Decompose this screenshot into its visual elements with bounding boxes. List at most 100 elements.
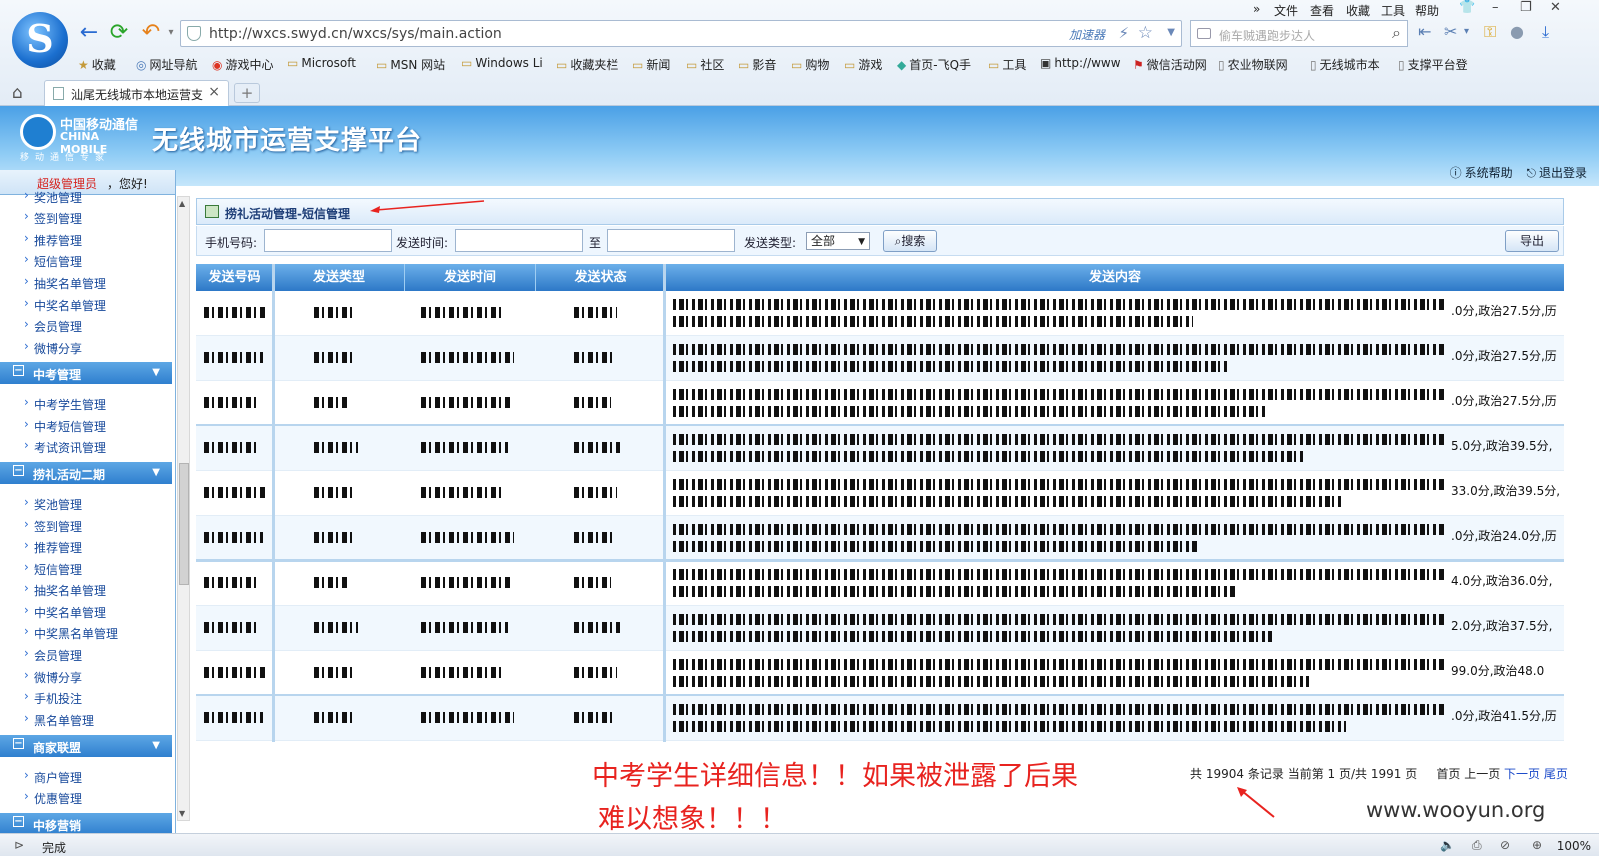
logout-link[interactable]: 退出登录 <box>1539 166 1587 180</box>
restore-icon[interactable]: ❐ <box>1520 0 1532 15</box>
bookmark-item[interactable]: ◆ 首页-飞Q手 <box>897 56 971 73</box>
sidebar-item[interactable]: 中奖名单管理 <box>24 603 106 621</box>
browser-search-box[interactable]: 偷车贼遇跑步达人 ⌕ <box>1190 20 1408 47</box>
table-row[interactable]: .0分,政治27.5分,历 <box>196 336 1564 381</box>
bookmark-item[interactable]: ▯ 无线城市本 <box>1310 56 1380 73</box>
collapse-icon[interactable]: − <box>13 465 24 476</box>
sidebar-item[interactable]: 短信管理 <box>24 252 82 270</box>
sidebar-item[interactable]: 奖池管理 <box>24 495 82 513</box>
sidebar-item[interactable]: 推荐管理 <box>24 538 82 556</box>
scissors-dropdown-icon[interactable]: ▾ <box>1464 26 1469 37</box>
lightning-icon[interactable]: ⚡ <box>1118 24 1129 42</box>
sidebar-item[interactable]: 优惠管理 <box>24 789 82 807</box>
export-button[interactable]: 导出 <box>1505 230 1559 252</box>
bookmark-item[interactable]: ◉ 游戏中心 <box>212 56 274 73</box>
skin-icon[interactable]: 👕 <box>1459 0 1475 15</box>
sidebar-item[interactable]: 中奖名单管理 <box>24 296 106 314</box>
last-page-link[interactable]: 尾页 <box>1544 767 1568 781</box>
main-scrollbar[interactable]: ▲ ▼ <box>177 196 190 821</box>
bookmark-item[interactable]: ▭ 社区 <box>686 56 724 73</box>
download-icon[interactable]: ⤓ <box>1542 22 1549 42</box>
bookmark-item[interactable]: ▯ 农业物联网 <box>1218 56 1288 73</box>
sidebar-item[interactable]: 中考短信管理 <box>24 417 106 435</box>
menu-file[interactable]: 文件 <box>1274 2 1298 19</box>
sidebar-group-zhongkao[interactable]: − 中考管理 ▼ <box>0 362 172 384</box>
menu-favorites[interactable]: 收藏 <box>1346 2 1370 19</box>
bookmark-item[interactable]: ◎ 网址导航 <box>136 56 198 73</box>
scroll-thumb[interactable] <box>179 463 189 585</box>
first-page-link[interactable]: 首页 <box>1436 767 1460 781</box>
search-button[interactable]: ⌕搜索 <box>883 230 937 252</box>
star-icon[interactable]: ☆ <box>1138 23 1153 43</box>
table-row[interactable]: 99.0分,政治48.0 <box>196 651 1564 696</box>
scroll-up-icon[interactable]: ▲ <box>179 199 185 208</box>
sidebar-item[interactable]: 推荐管理 <box>24 231 82 249</box>
col-header-content[interactable]: 发送内容 <box>666 264 1564 291</box>
address-bar[interactable]: http://wxcs.swyd.cn/wxcs/sys/main.action… <box>180 20 1182 47</box>
bookmark-item[interactable]: ▭ 工具 <box>988 56 1026 73</box>
close-window-icon[interactable]: ✕ <box>1550 0 1561 15</box>
sidebar-item[interactable]: 抽奖名单管理 <box>24 581 106 599</box>
col-header-status[interactable]: 发送状态 <box>536 264 666 291</box>
sidebar-item[interactable]: 手机投注 <box>24 689 82 707</box>
bookmark-item[interactable]: ▯ 支撑平台登 <box>1398 56 1468 73</box>
close-tab-icon[interactable]: × <box>208 84 220 100</box>
sidebar-item[interactable]: 会员管理 <box>24 646 82 664</box>
col-header-type[interactable]: 发送类型 <box>274 264 405 291</box>
bookmark-item[interactable]: ★ 收藏 <box>78 56 116 73</box>
scissors-icon[interactable]: ✂ <box>1444 22 1457 41</box>
menu-more[interactable]: » <box>1253 2 1260 16</box>
bookmark-item[interactable]: ▭ 游戏 <box>844 56 882 73</box>
search-icon[interactable]: ⌕ <box>1392 23 1401 43</box>
sidebar-toggle-icon[interactable]: ⇤ <box>1418 22 1431 41</box>
sidebar-item[interactable]: 商户管理 <box>24 768 82 786</box>
sidebar-item[interactable]: 微博分享 <box>24 339 82 357</box>
sidebar-item[interactable]: 中奖黑名单管理 <box>24 624 118 642</box>
type-select[interactable]: 全部 ▼ <box>806 232 870 250</box>
sidebar-item[interactable]: 微博分享 <box>24 668 82 686</box>
collapse-icon[interactable]: − <box>13 738 24 749</box>
sidebar-expand-icon[interactable]: ⊳ <box>14 838 24 852</box>
volume-icon[interactable]: 🔈 <box>1440 838 1455 852</box>
printer-icon[interactable]: ⎙ <box>1472 838 1482 853</box>
sidebar-item[interactable]: 中考学生管理 <box>24 395 106 413</box>
zoom-level[interactable]: 100% <box>1557 839 1591 853</box>
sidebar-item[interactable]: 黑名单管理 <box>24 711 94 729</box>
table-row[interactable]: 33.0分,政治39.5分, <box>196 471 1564 516</box>
home-icon[interactable]: ⌂ <box>12 83 23 103</box>
bookmark-item[interactable]: ▭ 收藏夹栏 <box>556 56 618 73</box>
col-header-time[interactable]: 发送时间 <box>405 264 536 291</box>
bookmark-item[interactable]: ▭ 购物 <box>791 56 829 73</box>
time-from-input[interactable] <box>455 229 583 252</box>
bookmark-item[interactable]: ▭ MSN 网站 <box>376 56 445 73</box>
table-row[interactable]: .0分,政治41.5分,历 <box>196 696 1564 741</box>
table-row[interactable]: 5.0分,政治39.5分, <box>196 426 1564 471</box>
key-icon[interactable]: ⚿ <box>1484 22 1496 42</box>
url-text[interactable]: http://wxcs.swyd.cn/wxcs/sys/main.action <box>209 26 502 42</box>
sidebar-item[interactable]: 奖池管理 <box>24 188 82 206</box>
sidebar-item[interactable]: 会员管理 <box>24 317 82 335</box>
sidebar-item[interactable]: 签到管理 <box>24 517 82 535</box>
collapse-icon[interactable]: − <box>13 365 24 376</box>
sidebar-group-laoli[interactable]: − 捞礼活动二期 ▼ <box>0 462 172 484</box>
sidebar-group-merchant[interactable]: − 商家联盟 ▼ <box>0 735 172 757</box>
zoom-icon[interactable]: ⊕ <box>1532 838 1542 852</box>
refresh-icon[interactable]: ⟳ <box>106 20 132 46</box>
time-to-input[interactable] <box>607 229 735 252</box>
collapse-icon[interactable]: − <box>13 816 24 827</box>
chevron-down-icon[interactable]: ▼ <box>152 467 160 478</box>
block-icon[interactable]: ⊘ <box>1500 838 1510 852</box>
sidebar-item[interactable]: 抽奖名单管理 <box>24 274 106 292</box>
prev-page-link[interactable]: 上一页 <box>1464 767 1500 781</box>
sidebar-item[interactable]: 短信管理 <box>24 560 82 578</box>
bookmark-item[interactable]: ⚑ 微信活动网 <box>1133 56 1207 73</box>
help-link[interactable]: 系统帮助 <box>1465 166 1513 180</box>
more-icon[interactable]: ● <box>1510 22 1524 41</box>
table-row[interactable]: 4.0分,政治36.0分, <box>196 561 1564 606</box>
table-row[interactable]: .0分,政治24.0分,历 <box>196 516 1564 561</box>
sidebar-item[interactable]: 考试资讯管理 <box>24 438 106 456</box>
menu-help[interactable]: 帮助 <box>1415 2 1439 19</box>
bookmark-item[interactable]: ▣ http://www <box>1040 56 1121 70</box>
table-row[interactable]: .0分,政治27.5分,历 <box>196 291 1564 336</box>
accelerator-label[interactable]: 加速器 <box>1069 26 1105 43</box>
